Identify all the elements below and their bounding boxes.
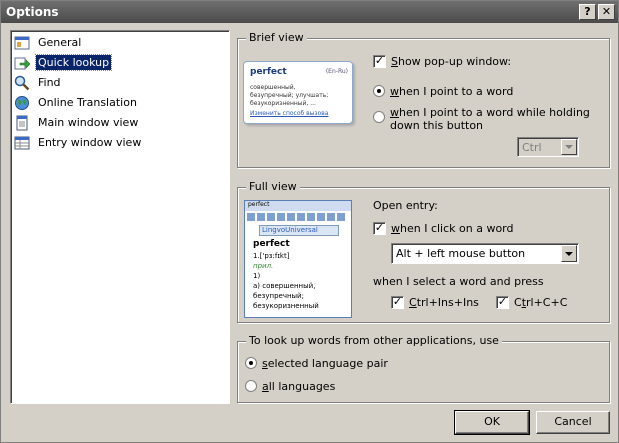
nav-item-online-translation[interactable]: Online Translation xyxy=(14,93,139,112)
radio-point-to-word[interactable]: when I point to a word xyxy=(373,85,513,98)
nav-item-general[interactable]: General xyxy=(14,33,83,52)
popup-preview-image: perfect (En-Ru) совершенный, безупречный… xyxy=(243,61,353,124)
full-view-preview-image: perfect LingvoUniversal perfect 1.['pɜ:f… xyxy=(244,200,352,318)
lookup-other-apps-group: To look up words from other applications… xyxy=(237,334,610,403)
category-list[interactable]: General Quick lookup Find Online Transla… xyxy=(10,30,230,404)
help-button[interactable]: ? xyxy=(579,4,596,20)
preview-title: perfect xyxy=(245,201,351,211)
chevron-down-icon[interactable] xyxy=(561,139,577,155)
find-icon xyxy=(14,75,30,91)
preview-lang: (En-Ru) xyxy=(325,68,348,75)
group-legend: Brief view xyxy=(246,31,307,44)
ctrl-ins-ins-checkbox[interactable]: ✓ Ctrl+Ins+Ins xyxy=(391,296,479,309)
nav-item-find[interactable]: Find xyxy=(14,73,63,92)
select-value: Alt + left mouse button xyxy=(396,247,526,260)
globe-icon xyxy=(14,95,30,111)
click-word-checkbox[interactable]: ✓ when I click on a word xyxy=(373,222,514,235)
checkbox-label: how pop-up window: xyxy=(397,55,512,68)
nav-item-entry-window-view[interactable]: Entry window view xyxy=(14,133,143,152)
cancel-button[interactable]: Cancel xyxy=(536,411,610,434)
radio-point-while-holding[interactable]: when I point to a word while holding dow… xyxy=(373,106,603,132)
checkbox-box[interactable]: ✓ xyxy=(391,296,404,309)
open-entry-label: Open entry: xyxy=(373,199,438,212)
preview-line: прил. xyxy=(253,262,274,270)
preview-toolbar xyxy=(247,213,349,222)
table-icon xyxy=(14,135,30,151)
hold-key-select[interactable]: Ctrl xyxy=(517,137,579,157)
nav-item-quick-lookup[interactable]: Quick lookup xyxy=(14,53,113,72)
preview-line: безупречный; xyxy=(253,292,304,300)
radio-label: ll languages xyxy=(268,380,336,393)
group-legend: To look up words from other applications… xyxy=(246,334,502,347)
preview-translation: безукоризненный, ... xyxy=(250,100,316,107)
nav-item-label: Online Translation xyxy=(38,96,137,109)
accel-key: w xyxy=(391,222,400,235)
accel-key: w xyxy=(390,106,399,119)
radio-label: hen I point to a word while holding down… xyxy=(390,106,590,132)
radio-label: elected language pair xyxy=(267,357,388,370)
window-title: Options xyxy=(6,5,59,19)
accel-key: C xyxy=(409,296,417,309)
radio-all-languages[interactable]: all languages xyxy=(245,380,335,393)
select-value: Ctrl xyxy=(522,141,542,154)
chevron-down-icon[interactable] xyxy=(561,245,577,262)
accel-key: S xyxy=(391,55,398,68)
checkbox-label: rl+C+C xyxy=(526,296,568,309)
select-word-label: when I select a word and press xyxy=(373,275,544,288)
nav-item-label: Quick lookup xyxy=(34,54,113,71)
ok-button[interactable]: OK xyxy=(454,410,530,435)
checkbox-box[interactable]: ✓ xyxy=(496,296,509,309)
preview-dictionary: LingvoUniversal xyxy=(259,225,339,236)
quick-lookup-icon xyxy=(14,55,30,71)
general-icon xyxy=(14,35,30,51)
click-modifier-select[interactable]: Alt + left mouse button xyxy=(391,243,579,264)
nav-item-main-window-view[interactable]: Main window view xyxy=(14,113,140,132)
close-button[interactable]: ✕ xyxy=(598,4,615,20)
checkbox-label: trl+Ins+Ins xyxy=(416,296,479,309)
radio-circle[interactable] xyxy=(245,357,257,369)
nav-item-label: General xyxy=(38,36,82,49)
title-bar[interactable]: Options ? ✕ xyxy=(1,1,618,23)
preview-word: perfect xyxy=(253,239,290,249)
checkbox-label: hen I click on a word xyxy=(400,222,514,235)
preview-translation: совершенный, xyxy=(250,84,296,91)
accel-key: a xyxy=(262,380,269,393)
nav-item-label: Entry window view xyxy=(38,136,142,149)
accel-key: w xyxy=(390,85,399,98)
radio-label: hen I point to a word xyxy=(399,85,514,98)
checkbox-box[interactable]: ✓ xyxy=(373,55,386,68)
nav-item-label: Find xyxy=(38,76,61,89)
show-popup-checkbox[interactable]: ✓ Show pop-up window: xyxy=(373,55,511,68)
checkbox-label: C xyxy=(514,296,522,309)
preview-line: 1) xyxy=(253,272,261,280)
radio-circle[interactable] xyxy=(373,111,385,123)
checkbox-box[interactable]: ✓ xyxy=(373,222,386,235)
ctrl-c-c-checkbox[interactable]: ✓ Ctrl+C+C xyxy=(496,296,567,309)
radio-selected-language-pair[interactable]: selected language pair xyxy=(245,357,388,370)
preview-word: perfect xyxy=(250,67,287,77)
nav-item-label: Main window view xyxy=(38,116,139,129)
radio-circle[interactable] xyxy=(373,85,385,97)
preview-translation: безупречный; улучшать; xyxy=(250,92,329,99)
preview-link: Изменить способ вызова xyxy=(250,110,329,117)
preview-line: безукоризненный xyxy=(253,302,319,310)
preview-line: 1.['pɜ:fɪkt] xyxy=(253,252,290,260)
preview-line: а) совершенный, xyxy=(253,282,316,290)
radio-circle[interactable] xyxy=(245,380,257,392)
document-icon xyxy=(14,115,30,131)
options-dialog: Options ? ✕ General Quick lookup Find On… xyxy=(0,0,619,443)
group-legend: Full view xyxy=(246,180,300,193)
